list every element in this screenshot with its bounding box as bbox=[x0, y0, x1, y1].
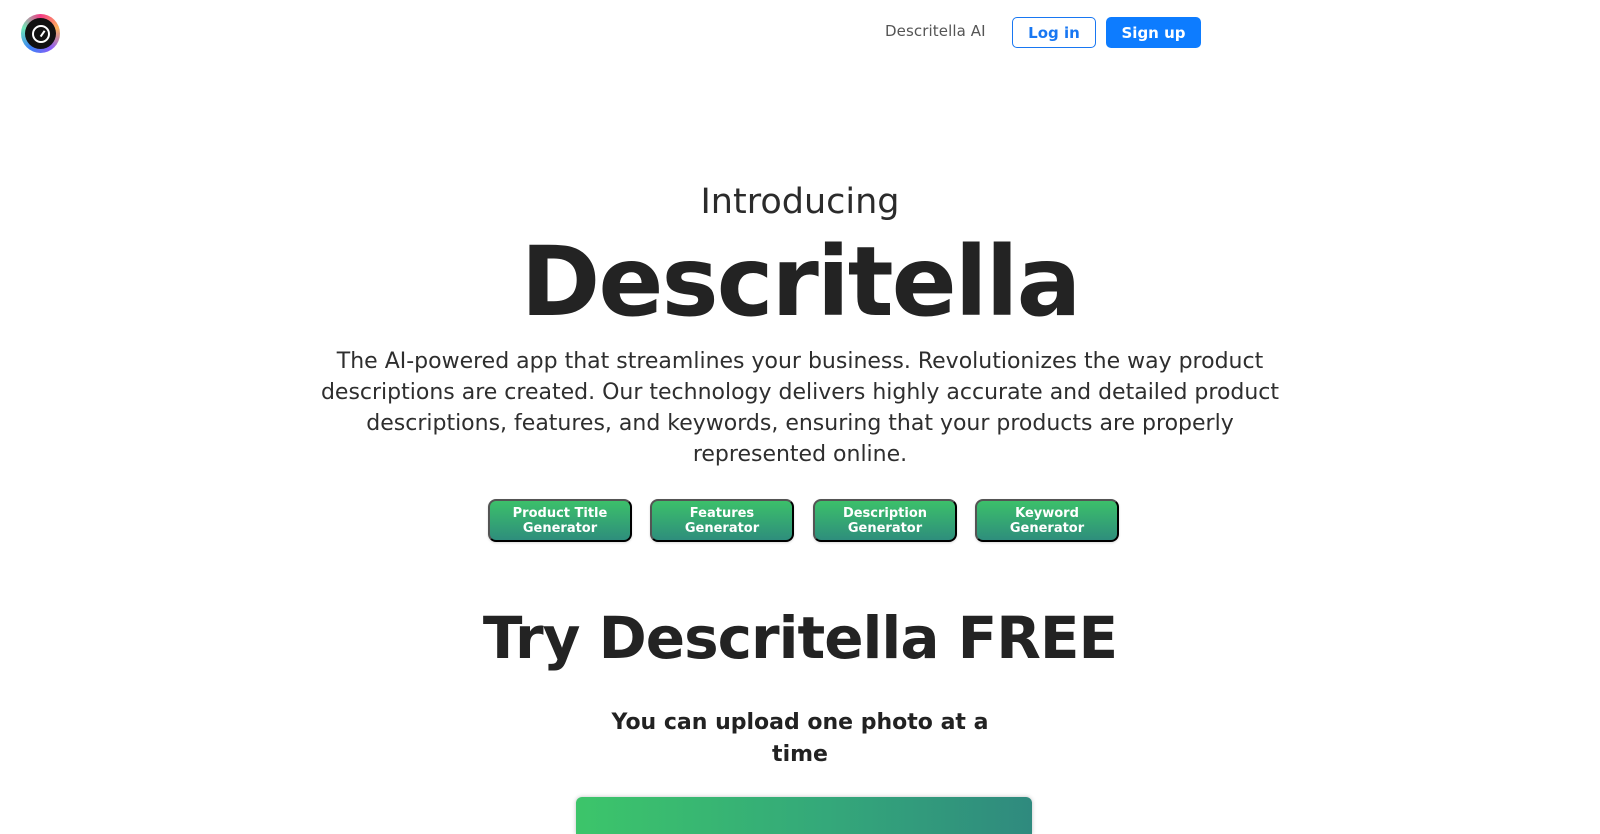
login-button[interactable]: Log in bbox=[1012, 17, 1096, 48]
keyword-generator-button[interactable]: Keyword Generator bbox=[975, 499, 1119, 542]
description-generator-button[interactable]: Description Generator bbox=[813, 499, 957, 542]
photo-upload-area[interactable] bbox=[576, 797, 1032, 834]
logo-clock-glyph bbox=[31, 24, 50, 43]
hero-intro: Introducing bbox=[700, 182, 900, 222]
logo-inner bbox=[25, 18, 56, 49]
try-free-heading: Try Descritella FREE bbox=[482, 604, 1118, 672]
product-title-generator-button[interactable]: Product Title Generator bbox=[488, 499, 632, 542]
generator-buttons: Product Title Generator Features Generat… bbox=[0, 499, 1600, 542]
landing-page: Descritella AI Log in Sign up Introducin… bbox=[0, 0, 1600, 834]
nav-link-descritella-ai[interactable]: Descritella AI bbox=[885, 22, 986, 40]
descritella-logo-icon[interactable] bbox=[21, 14, 60, 53]
upload-note: You can upload one photo at a time bbox=[611, 710, 989, 767]
features-generator-button[interactable]: Features Generator bbox=[650, 499, 794, 542]
signup-button[interactable]: Sign up bbox=[1106, 17, 1201, 48]
hero-description: The AI-powered app that streamlines your… bbox=[320, 349, 1280, 467]
hero-title: Descritella bbox=[520, 226, 1082, 338]
